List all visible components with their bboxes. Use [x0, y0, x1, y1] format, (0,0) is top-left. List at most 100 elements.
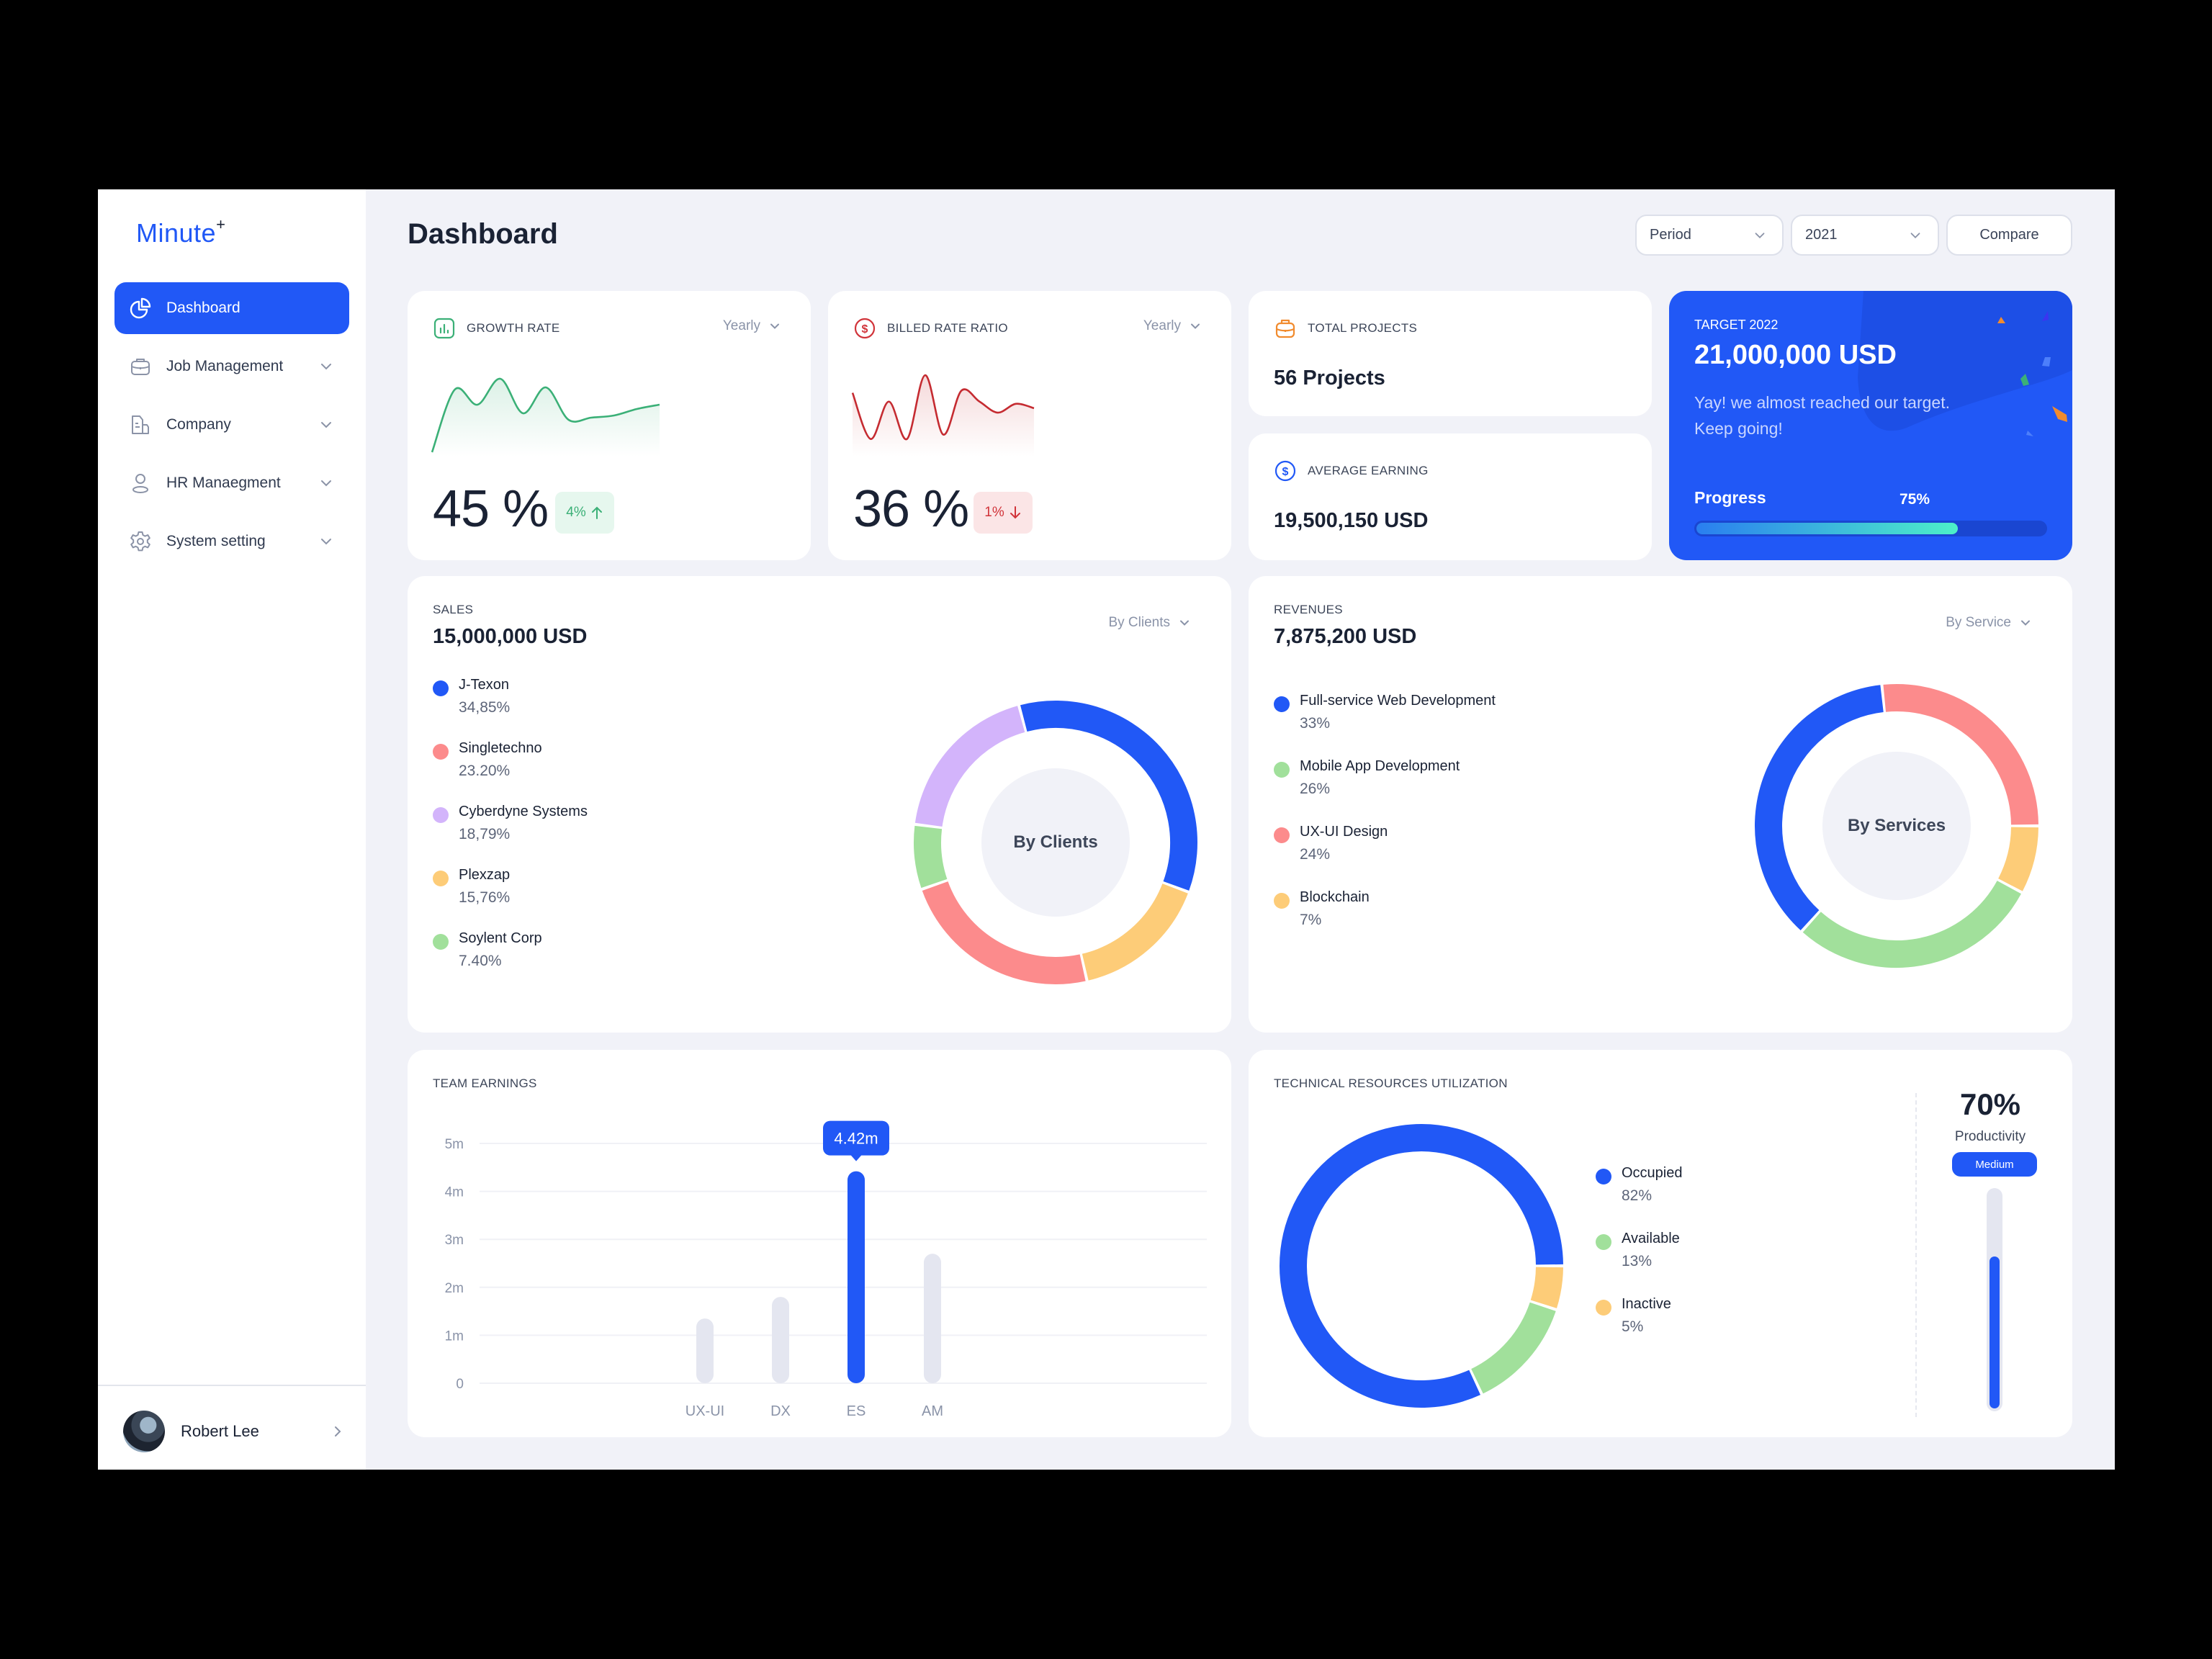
- legend-dot: [433, 680, 449, 696]
- logo-text: Minute: [136, 218, 217, 248]
- legend-text: Available 13%: [1622, 1231, 1680, 1270]
- chevron-down-icon: [770, 323, 779, 329]
- tech-resources-card: TECHNICAL RESOURCES UTILIZATION Occupied…: [1249, 1050, 2072, 1437]
- sales-legend: J-Texon 34,85% Singletechno 23.20% Cyberdy…: [433, 677, 588, 994]
- legend-value: 24%: [1300, 846, 1331, 863]
- productivity-level-badge: Medium: [1952, 1152, 2037, 1177]
- bar-chart-icon: [433, 318, 455, 339]
- chevron-down-icon[interactable]: [318, 358, 335, 375]
- bar-ux-ui[interactable]: [696, 1318, 714, 1383]
- legend-text: Occupied 82%: [1622, 1165, 1683, 1205]
- billed-rate-value: 36 %: [853, 480, 969, 538]
- legend-item: UX-UI Design 24%: [1274, 824, 1496, 863]
- chevron-down-icon[interactable]: [318, 533, 335, 550]
- total-projects-card: TOTAL PROJECTS 56 Projects: [1249, 291, 1652, 416]
- logo-plus: +: [216, 215, 226, 233]
- legend-item: Plexzap 15,76%: [433, 867, 588, 907]
- legend-dot: [1274, 893, 1290, 909]
- card-label: TEAM EARNINGS: [433, 1076, 537, 1090]
- sidebar-divider: [98, 1385, 366, 1386]
- page-title: Dashboard: [408, 218, 558, 250]
- legend-item: Full-service Web Development 33%: [1274, 693, 1496, 732]
- bar-dx[interactable]: [772, 1297, 789, 1383]
- value-number: 7,875,200: [1274, 625, 1367, 648]
- period-dropdown[interactable]: Yearly: [1143, 318, 1202, 334]
- legend-item: Soylent Corp 7.40%: [433, 930, 588, 970]
- sidebar-item-job-management[interactable]: Job Management: [114, 341, 349, 392]
- card-label: AVERAGE EARNING: [1308, 464, 1429, 477]
- progress-percent: 75%: [1899, 491, 1930, 508]
- value-unit: USD: [1384, 509, 1429, 532]
- x-tick-label: DX: [770, 1403, 791, 1417]
- card-label: TOTAL PROJECTS: [1308, 321, 1418, 335]
- legend-dot: [1596, 1169, 1611, 1184]
- sales-filter-dropdown[interactable]: By Clients: [1108, 615, 1192, 631]
- user-profile[interactable]: Robert Lee: [123, 1406, 346, 1457]
- donut-segment-available[interactable]: [1470, 1302, 1556, 1394]
- sidebar-item-company[interactable]: Company: [114, 399, 349, 451]
- x-tick-label: AM: [922, 1403, 943, 1417]
- legend-value: 5%: [1622, 1318, 1644, 1335]
- period-dropdown[interactable]: Yearly: [723, 318, 782, 334]
- svg-text:$: $: [1282, 466, 1289, 478]
- user-icon: [129, 472, 152, 495]
- legend-name: Cyberdyne Systems: [459, 804, 588, 819]
- x-tick-label: UX-UI: [685, 1403, 724, 1417]
- dropdown-value: By Service: [1946, 615, 2011, 630]
- period-select[interactable]: Period: [1635, 215, 1784, 256]
- legend-dot: [433, 871, 449, 886]
- revenues-value: 7,875,200 USD: [1274, 625, 1416, 649]
- x-tick-label: ES: [847, 1403, 866, 1417]
- donut-segment-blockchain[interactable]: [1997, 827, 2038, 891]
- compare-button[interactable]: Compare: [1946, 215, 2072, 256]
- sidebar-item-dashboard[interactable]: Dashboard: [114, 282, 349, 334]
- legend-text: Singletechno 23.20%: [459, 740, 542, 780]
- sidebar-item-label: Company: [166, 416, 231, 433]
- legend-dot: [1274, 762, 1290, 778]
- year-select[interactable]: 2021: [1791, 215, 1939, 256]
- value-unit: USD: [543, 625, 588, 648]
- pie-chart-icon: [129, 297, 152, 320]
- productivity-value: 70%: [1959, 1087, 2021, 1121]
- bar-es[interactable]: [848, 1171, 865, 1383]
- chevron-down-icon: [2021, 620, 2030, 626]
- target-message: Yay! we almost reached our target.: [1694, 393, 1950, 412]
- divider: [1915, 1093, 1917, 1417]
- y-tick-label: 3m: [445, 1233, 464, 1248]
- growth-sparkline: [431, 377, 660, 457]
- sidebar-nav: Dashboard Job Management Company HR Mana…: [114, 282, 349, 574]
- team-earnings-bar-chart: 0 1m 2m 3m 4m 5m UX-UI DX ES 4.42m AM: [445, 1120, 1207, 1417]
- sidebar-item-system-setting[interactable]: System setting: [114, 516, 349, 567]
- sidebar-item-hr-management[interactable]: HR Manaegment: [114, 457, 349, 509]
- legend-text: Soylent Corp 7.40%: [459, 930, 542, 970]
- y-tick-label: 0: [456, 1377, 464, 1392]
- legend-name: Occupied: [1622, 1165, 1683, 1181]
- donut-segment-soylent-corp[interactable]: [914, 825, 948, 889]
- team-earnings-card: TEAM EARNINGS 0 1m 2m 3m 4m 5m UX-UI DX ES 4.42m A…: [408, 1050, 1231, 1437]
- progress-track: [1694, 521, 2047, 536]
- tech-resources-legend: Occupied 82% Available 13% Inactive 5%: [1596, 1165, 1683, 1362]
- card-label: SALES: [433, 603, 474, 616]
- arrow-up-icon: [591, 506, 602, 519]
- year-select-value: 2021: [1805, 227, 1838, 243]
- donut-segment-inactive[interactable]: [1530, 1267, 1563, 1308]
- legend-value: 33%: [1300, 715, 1331, 732]
- app-logo[interactable]: Minute+: [136, 215, 226, 248]
- legend-item: Blockchain 7%: [1274, 889, 1496, 929]
- chevron-down-icon[interactable]: [318, 416, 335, 433]
- legend-text: Cyberdyne Systems 18,79%: [459, 804, 588, 843]
- bar-am[interactable]: [924, 1254, 941, 1383]
- revenues-filter-dropdown[interactable]: By Service: [1946, 615, 2033, 631]
- chevron-down-icon[interactable]: [318, 475, 335, 492]
- legend-item: Cyberdyne Systems 18,79%: [433, 804, 588, 843]
- target-card: TARGET 2022 21,000,000 USD Yay! we almos…: [1669, 291, 2072, 560]
- legend-text: Full-service Web Development 33%: [1300, 693, 1496, 732]
- change-badge-down: 1%: [974, 492, 1033, 534]
- value-unit: Projects: [1303, 367, 1385, 390]
- arrow-down-icon: [1010, 506, 1020, 519]
- gear-icon: [129, 530, 152, 553]
- briefcase-icon: [1275, 319, 1295, 338]
- average-earning-value: 19,500,150 USD: [1274, 509, 1428, 533]
- value-unit: USD: [1372, 625, 1417, 648]
- legend-value: 18,79%: [459, 826, 511, 842]
